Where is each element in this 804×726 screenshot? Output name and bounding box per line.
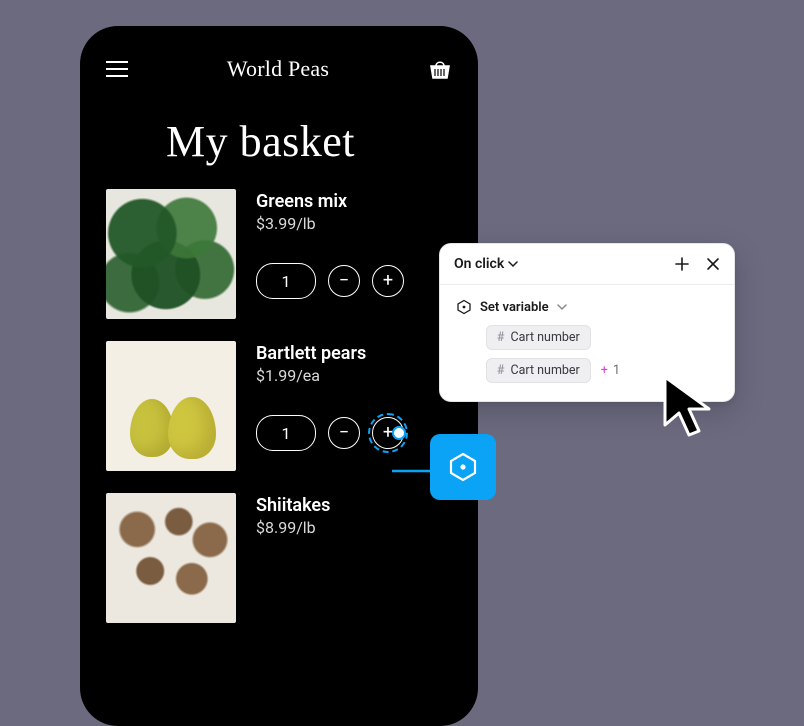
selection-handle-icon[interactable] — [392, 426, 406, 440]
action-type-dropdown[interactable]: Set variable — [456, 299, 718, 315]
expression-operator: + — [601, 363, 608, 378]
increment-button[interactable]: + — [372, 417, 404, 449]
number-type-icon: # — [497, 330, 504, 345]
action-label: Set variable — [480, 300, 549, 315]
item-price: $1.99/ea — [256, 366, 404, 385]
item-price: $8.99/lb — [256, 518, 330, 537]
item-info: Shiitakes $8.99/lb — [256, 493, 330, 623]
expression-tail[interactable]: + 1 — [599, 363, 620, 378]
cursor-icon — [659, 373, 717, 449]
item-thumbnail[interactable] — [106, 493, 236, 623]
number-type-icon: # — [497, 363, 504, 378]
quantity-value[interactable]: 1 — [256, 415, 316, 451]
chevron-down-icon — [557, 302, 567, 312]
phone-frame: World Peas My basket Greens mix $3.99/lb… — [80, 26, 478, 726]
item-name: Shiitakes — [256, 495, 330, 516]
variable-hexagon-icon — [456, 299, 472, 315]
variable-name: Cart number — [510, 330, 579, 345]
decrement-button[interactable]: − — [328, 265, 360, 297]
close-button[interactable] — [706, 256, 720, 272]
trigger-dropdown[interactable]: On click — [454, 256, 518, 272]
page-title: My basket — [166, 116, 452, 167]
decrement-button[interactable]: − — [328, 417, 360, 449]
expression-value: 1 — [613, 363, 620, 378]
brand-title: World Peas — [227, 56, 329, 82]
interaction-panel-header: On click — [440, 244, 734, 285]
basket-icon[interactable] — [428, 58, 452, 80]
item-info: Bartlett pears $1.99/ea 1 − + — [256, 341, 404, 471]
quantity-controls: 1 − + — [256, 415, 404, 451]
item-thumbnail[interactable] — [106, 189, 236, 319]
target-variable-chip[interactable]: # Cart number — [486, 325, 591, 350]
menu-icon[interactable] — [106, 61, 128, 77]
expression-variable-chip[interactable]: # Cart number — [486, 358, 591, 383]
quantity-controls: 1 − + — [256, 263, 404, 299]
variable-name: Cart number — [510, 363, 579, 378]
basket-item: Shiitakes $8.99/lb — [106, 493, 452, 623]
add-action-button[interactable] — [674, 256, 690, 272]
quantity-value[interactable]: 1 — [256, 263, 316, 299]
item-info: Greens mix $3.99/lb 1 − + — [256, 189, 404, 319]
item-name: Bartlett pears — [256, 343, 404, 364]
variable-hexagon-icon — [448, 452, 478, 482]
increment-button[interactable]: + — [372, 265, 404, 297]
trigger-label: On click — [454, 256, 504, 272]
phone-header: World Peas — [106, 52, 452, 86]
item-thumbnail[interactable] — [106, 341, 236, 471]
item-price: $3.99/lb — [256, 214, 404, 233]
interaction-node[interactable] — [430, 434, 496, 500]
basket-item: Bartlett pears $1.99/ea 1 − + — [106, 341, 452, 471]
item-name: Greens mix — [256, 191, 404, 212]
basket-item: Greens mix $3.99/lb 1 − + — [106, 189, 452, 319]
chevron-down-icon — [508, 259, 518, 269]
